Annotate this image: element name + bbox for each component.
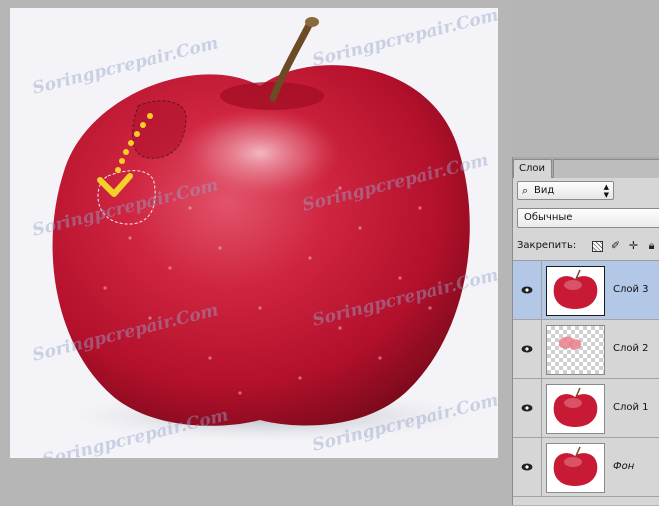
eye-icon xyxy=(521,404,533,412)
move-icon[interactable]: ✛ xyxy=(627,239,640,252)
layer-row-background[interactable]: Фон xyxy=(513,438,659,497)
stem-tip xyxy=(305,17,319,27)
layer-row-3[interactable]: Слой 3 xyxy=(513,261,659,320)
image-canvas[interactable]: Soringpcrepair.Com Soringpcrepair.Com So… xyxy=(10,8,498,458)
blend-mode-label: Обычные xyxy=(524,212,573,223)
lock-transparent-icon[interactable] xyxy=(592,241,603,252)
layers-panel: Слои ⌕ Вид ▲ ▼ Обычные Закрепить: ✐ ✛ 🔒︎ … xyxy=(512,157,659,505)
layer-name[interactable]: Слой 3 xyxy=(613,283,649,297)
layer-name[interactable]: Фон xyxy=(613,460,634,474)
blend-mode-select[interactable]: Обычные xyxy=(517,208,659,228)
brush-icon[interactable]: ✐ xyxy=(609,239,622,252)
document-area: Soringpcrepair.Com Soringpcrepair.Com So… xyxy=(0,0,512,505)
layer-row-2[interactable]: Слой 2 xyxy=(513,320,659,379)
apple-thumbnail-icon xyxy=(546,443,605,493)
tab-layers[interactable]: Слои xyxy=(513,159,552,178)
visibility-toggle[interactable] xyxy=(513,261,542,319)
eye-icon xyxy=(521,286,533,294)
apple-image xyxy=(52,17,470,442)
layers-list: Слой 3 Слой 2 Слой 1 Фон xyxy=(513,260,659,506)
apple-thumbnail-icon xyxy=(546,384,605,434)
visibility-toggle[interactable] xyxy=(513,379,542,437)
lock-label: Закрепить: xyxy=(517,240,577,251)
visibility-toggle[interactable] xyxy=(513,438,542,496)
transparent-patch-thumbnail-icon xyxy=(546,325,605,375)
lock-icon[interactable]: 🔒︎ xyxy=(645,239,658,252)
layer-filter-select[interactable]: ⌕ Вид ▲ ▼ xyxy=(517,181,614,200)
search-icon: ⌕ xyxy=(522,184,529,197)
tab-inactive xyxy=(553,159,659,178)
lock-row: Закрепить: ✐ ✛ 🔒︎ xyxy=(517,237,659,255)
layer-name[interactable]: Слой 1 xyxy=(613,401,649,415)
panel-tabbar: Слои xyxy=(513,157,659,178)
eye-icon xyxy=(521,463,533,471)
eye-icon xyxy=(521,345,533,353)
visibility-toggle[interactable] xyxy=(513,320,542,378)
apple-highlight xyxy=(180,108,340,198)
apple-thumbnail-icon xyxy=(546,266,605,316)
layer-name[interactable]: Слой 2 xyxy=(613,342,649,356)
select-arrows-icon: ▲ ▼ xyxy=(603,183,609,199)
layer-row-1[interactable]: Слой 1 xyxy=(513,379,659,438)
layer-filter-label: Вид xyxy=(534,185,555,196)
